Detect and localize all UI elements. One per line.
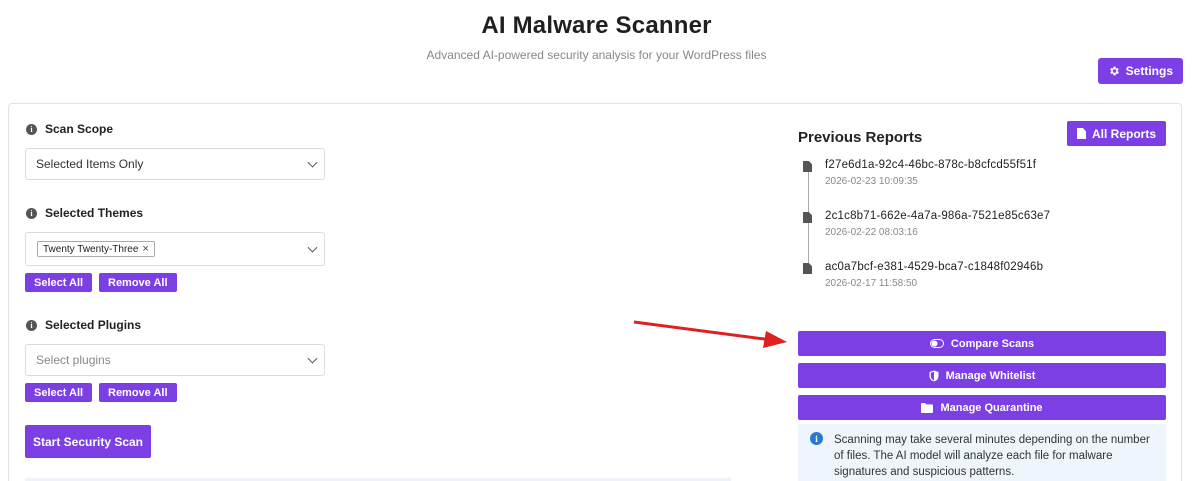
chevron-down-icon — [307, 157, 318, 168]
compare-scans-label: Compare Scans — [950, 337, 1035, 350]
scan-scope-label-text: Scan Scope — [45, 122, 114, 136]
info-icon: i — [26, 207, 37, 219]
compare-scans-button[interactable]: Compare Scans — [798, 331, 1166, 356]
info-icon: i — [26, 123, 37, 135]
report-date: 2026-02-17 11:58:50 — [825, 278, 918, 289]
themes-select-all-button[interactable]: Select All — [25, 273, 93, 292]
scan-notice-text: Scanning may take several minutes depend… — [834, 434, 1150, 478]
remove-chip-icon[interactable]: × — [142, 243, 148, 255]
folder-icon — [921, 402, 934, 413]
all-reports-label: All Reports — [1091, 126, 1156, 141]
manage-whitelist-label: Manage Whitelist — [945, 369, 1036, 382]
page-subtitle: Advanced AI-powered security analysis fo… — [426, 48, 767, 62]
red-arrow-annotation — [633, 320, 787, 348]
toggle-icon — [929, 339, 944, 348]
info-icon: i — [26, 319, 37, 331]
shield-icon — [929, 370, 939, 381]
themes-remove-all-button[interactable]: Remove All — [99, 273, 177, 292]
manage-quarantine-label: Manage Quarantine — [940, 401, 1043, 414]
report-id[interactable]: f27e6d1a-92c4-46bc-878c-b8cfcd55f51f — [825, 159, 1100, 171]
settings-button[interactable]: Settings — [1097, 58, 1183, 84]
scan-scope-label: i Scan Scope — [26, 122, 113, 136]
plugins-label: i Selected Plugins — [26, 318, 141, 332]
scanner-panel: i Scan Scope Selected Items Only i Selec… — [8, 103, 1182, 481]
report-date: 2026-02-22 08:03:16 — [825, 227, 918, 238]
plugins-select[interactable]: Select plugins — [25, 344, 325, 376]
scan-scope-value: Selected Items Only — [36, 157, 144, 171]
report-id[interactable]: ac0a7bcf-e381-4529-bca7-c1848f02946b — [825, 261, 1100, 273]
scan-notice: i Scanning may take several minutes depe… — [798, 424, 1166, 481]
themes-label: i Selected Themes — [26, 206, 143, 220]
themes-select[interactable]: Twenty Twenty-Three × — [25, 232, 325, 266]
report-item[interactable]: ac0a7bcf-e381-4529-bca7-c1848f02946b 202… — [800, 261, 1100, 312]
plugins-label-text: Selected Plugins — [45, 318, 142, 332]
manage-quarantine-button[interactable]: Manage Quarantine — [798, 395, 1166, 420]
report-item[interactable]: 2c1c8b71-662e-4a7a-986a-7521e85c63e7 202… — [800, 210, 1100, 261]
reports-title: Previous Reports — [798, 129, 923, 146]
document-icon — [803, 263, 812, 274]
info-icon: i — [810, 432, 823, 445]
start-scan-button[interactable]: Start Security Scan — [25, 425, 151, 458]
manage-whitelist-button[interactable]: Manage Whitelist — [798, 363, 1166, 388]
document-icon — [803, 212, 812, 223]
plugins-placeholder: Select plugins — [36, 353, 111, 367]
report-item[interactable]: f27e6d1a-92c4-46bc-878c-b8cfcd55f51f 202… — [800, 159, 1100, 210]
all-reports-button[interactable]: All Reports — [1066, 121, 1166, 146]
reports-list: f27e6d1a-92c4-46bc-878c-b8cfcd55f51f 202… — [800, 159, 1100, 312]
plugins-remove-all-button[interactable]: Remove All — [99, 383, 177, 402]
theme-chip[interactable]: Twenty Twenty-Three × — [37, 241, 155, 257]
chevron-down-icon — [307, 353, 318, 364]
document-icon — [1076, 128, 1086, 139]
themes-label-text: Selected Themes — [45, 206, 144, 220]
settings-label: Settings — [1125, 64, 1173, 78]
chevron-down-icon — [307, 242, 318, 253]
document-icon — [803, 161, 812, 172]
plugins-select-all-button[interactable]: Select All — [25, 383, 93, 402]
report-date: 2026-02-23 10:09:35 — [825, 176, 918, 187]
page-title: AI Malware Scanner — [481, 12, 712, 39]
gear-icon — [1109, 66, 1119, 76]
page-header: AI Malware Scanner Advanced AI-powered s… — [0, 0, 1193, 62]
scan-scope-select[interactable]: Selected Items Only — [25, 148, 325, 180]
theme-chip-label: Twenty Twenty-Three — [43, 243, 139, 255]
report-id[interactable]: 2c1c8b71-662e-4a7a-986a-7521e85c63e7 — [825, 210, 1100, 222]
